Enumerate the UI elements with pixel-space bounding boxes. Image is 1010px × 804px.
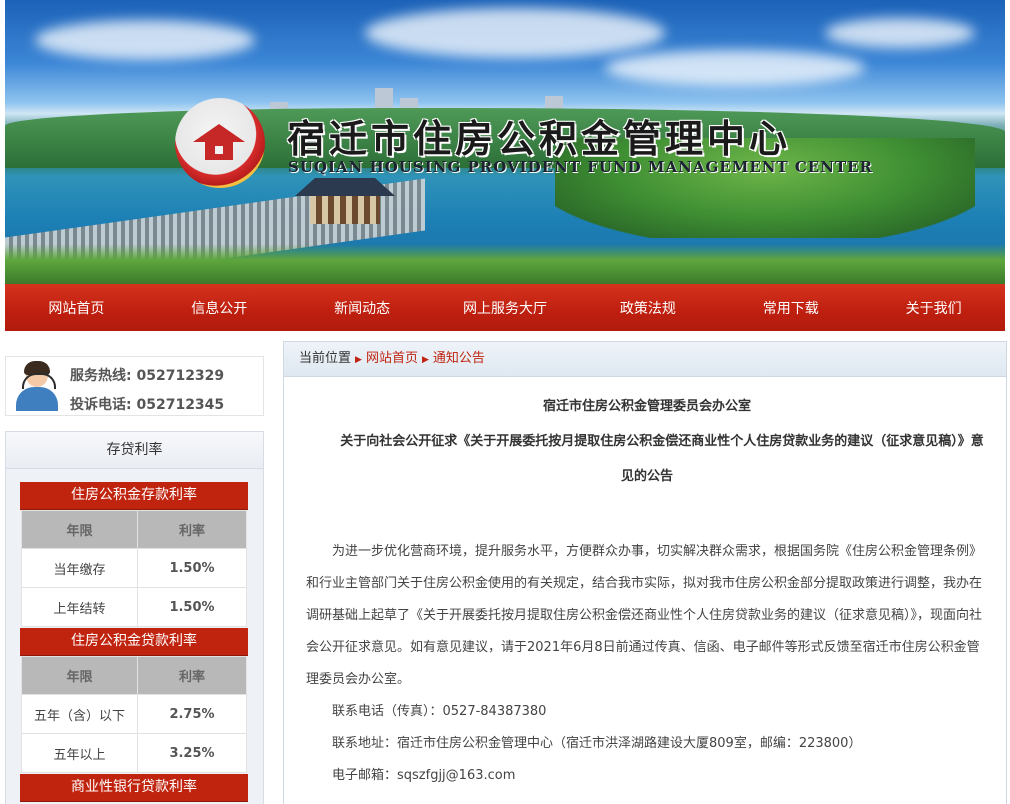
term-cell: 五年以上 [21, 733, 138, 773]
nav-item-news[interactable]: 新闻动态 [291, 284, 434, 331]
breadcrumb-current-label: 当前位置 [299, 351, 352, 366]
service-hotline: 服务热线: 052712329 [70, 365, 224, 385]
nav-item-policies[interactable]: 政策法规 [576, 284, 719, 331]
rate-cell: 1.50% [137, 548, 247, 588]
loan-rate-block: 住房公积金贷款利率 年限 利率 五年（含）以下 2.75% 五年以上 3.25% [20, 628, 248, 773]
article-body: 为进一步优化营商环境，提升服务水平，方便群众办事，切实解决群众需求，根据国务院《… [306, 536, 988, 792]
nav-item-about[interactable]: 关于我们 [862, 284, 1005, 331]
table-row: 五年以上 3.25% [21, 733, 247, 773]
table-row: 五年（含）以下 2.75% [21, 694, 247, 734]
site-subtitle: SUQIAN HOUSING PROVIDENT FUND MANAGEMENT… [288, 158, 874, 176]
article: 宿迁市住房公积金管理委员会办公室 关于向社会公开征求《关于开展委托按月提取住房公… [284, 395, 1006, 792]
article-title: 关于向社会公开征求《关于开展委托按月提取住房公积金偿还商业性个人住房贷款业务的建… [340, 434, 984, 484]
contact-email: 电子邮箱：sqszfgjj@163.com [332, 768, 516, 783]
breadcrumb-arrow-icon: ▶ [355, 355, 362, 365]
column-header-term: 年限 [21, 656, 138, 695]
breadcrumb-arrow-icon: ▶ [421, 355, 429, 365]
column-header-term: 年限 [21, 510, 138, 549]
table-row: 当年缴存 1.50% [21, 548, 247, 588]
column-header-rate: 利率 [137, 656, 247, 695]
rate-cell: 2.75% [137, 694, 247, 734]
commercial-rate-heading: 商业性银行贷款利率 [20, 774, 248, 802]
commercial-rate-block: 商业性银行贷款利率 [20, 774, 248, 802]
term-cell: 上年结转 [21, 587, 138, 627]
complaint-hotline: 投诉电话: 052712345 [70, 394, 224, 414]
complaint-hotline-number: 052712345 [136, 397, 225, 413]
hotline-box: 服务热线: 052712329 投诉电话: 052712345 [5, 356, 264, 416]
main-content: 当前位置 ▶ 网站首页 ▶ 通知公告 宿迁市住房公积金管理委员会办公室 关于向社会公开征… [283, 341, 1007, 804]
breadcrumb-link-home[interactable]: 网站首页 [366, 351, 418, 366]
nav-item-info-disclosure[interactable]: 信息公开 [148, 284, 291, 331]
nav-item-online-service[interactable]: 网上服务大厅 [434, 284, 577, 331]
breadcrumb-link-notices[interactable]: 通知公告 [433, 351, 485, 366]
rate-cell: 3.25% [137, 733, 247, 773]
main-nav: 网站首页 信息公开 新闻动态 网上服务大厅 政策法规 常用下载 关于我们 [5, 284, 1005, 331]
nav-item-home[interactable]: 网站首页 [5, 284, 148, 331]
site-title: 宿迁市住房公积金管理中心 [287, 116, 792, 161]
table-row: 上年结转 1.50% [21, 587, 247, 627]
contact-address: 联系地址：宿迁市住房公积金管理中心（宿迁市洪泽湖路建设大厦809室，邮编：223… [332, 736, 862, 751]
loan-rate-table: 年限 利率 五年（含）以下 2.75% 五年以上 3.25% [21, 656, 247, 773]
service-hotline-number: 052712329 [136, 368, 225, 384]
column-header-rate: 利率 [137, 510, 247, 549]
service-hotline-label: 服务热线: [70, 368, 132, 384]
deposit-rate-heading: 住房公积金存款利率 [20, 482, 248, 510]
deposit-rate-table: 年限 利率 当年缴存 1.50% 上年结转 1.50% [21, 510, 247, 627]
term-cell: 五年（含）以下 [21, 694, 138, 734]
rate-cell: 1.50% [137, 587, 247, 627]
article-org: 宿迁市住房公积金管理委员会办公室 [542, 399, 751, 414]
rates-panel: 存贷利率 住房公积金存款利率 年限 利率 当年缴存 1.50% 上年结转 1.5… [5, 431, 264, 804]
term-cell: 当年缴存 [21, 548, 138, 588]
complaint-hotline-label: 投诉电话: [70, 397, 132, 413]
loan-rate-heading: 住房公积金贷款利率 [20, 628, 248, 656]
logo [175, 98, 267, 188]
breadcrumb: 当前位置 ▶ 网站首页 ▶ 通知公告 [284, 342, 1006, 377]
contact-phone: 联系电话（传真）：0527-84387380 [332, 704, 547, 719]
article-paragraph: 为进一步优化营商环境，提升服务水平，方便群众办事，切实解决群众需求，根据国务院《… [306, 544, 983, 687]
nav-item-downloads[interactable]: 常用下载 [719, 284, 862, 331]
customer-service-icon [14, 361, 60, 411]
rates-panel-title: 存贷利率 [6, 432, 263, 469]
deposit-rate-block: 住房公积金存款利率 年限 利率 当年缴存 1.50% 上年结转 1.50% [20, 482, 248, 627]
